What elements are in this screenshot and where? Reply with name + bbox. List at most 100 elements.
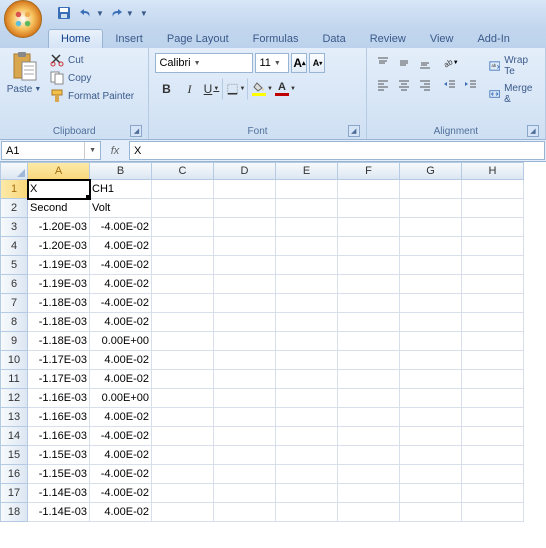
cell[interactable]: -1.18E-03 xyxy=(28,332,90,351)
cell[interactable] xyxy=(276,389,338,408)
cell[interactable]: 4.00E-02 xyxy=(90,237,152,256)
cell[interactable] xyxy=(400,218,462,237)
cell[interactable] xyxy=(400,237,462,256)
formula-input[interactable]: X xyxy=(129,141,545,160)
cell[interactable] xyxy=(400,503,462,522)
undo-icon[interactable] xyxy=(76,3,96,23)
cell[interactable] xyxy=(462,332,524,351)
cell[interactable] xyxy=(214,332,276,351)
save-icon[interactable] xyxy=(54,3,74,23)
cell[interactable] xyxy=(152,256,214,275)
cell[interactable] xyxy=(214,180,276,199)
cell[interactable] xyxy=(214,218,276,237)
align-bottom-button[interactable] xyxy=(415,53,435,73)
italic-button[interactable]: I xyxy=(178,78,200,100)
cell[interactable] xyxy=(214,313,276,332)
cell[interactable] xyxy=(338,389,400,408)
tab-view[interactable]: View xyxy=(418,30,466,48)
cell[interactable] xyxy=(400,294,462,313)
alignment-dialog-launcher-icon[interactable]: ◢ xyxy=(527,125,539,137)
cell[interactable]: CH1 xyxy=(90,180,152,199)
cell[interactable]: -4.00E-02 xyxy=(90,294,152,313)
cell[interactable] xyxy=(152,180,214,199)
align-right-button[interactable] xyxy=(415,75,435,95)
column-header[interactable]: E xyxy=(276,162,338,180)
column-header[interactable]: A xyxy=(28,162,90,180)
cell[interactable]: -1.16E-03 xyxy=(28,427,90,446)
cell[interactable] xyxy=(152,351,214,370)
align-center-button[interactable] xyxy=(394,75,414,95)
row-header[interactable]: 12 xyxy=(0,389,28,408)
border-button[interactable]: ▼ xyxy=(226,78,248,100)
cell[interactable] xyxy=(462,218,524,237)
cell[interactable]: -1.19E-03 xyxy=(28,275,90,294)
row-header[interactable]: 8 xyxy=(0,313,28,332)
cell[interactable]: 4.00E-02 xyxy=(90,313,152,332)
cell[interactable] xyxy=(276,313,338,332)
cell[interactable] xyxy=(462,237,524,256)
font-color-button[interactable]: A▼ xyxy=(274,78,296,100)
cell[interactable]: -4.00E-02 xyxy=(90,427,152,446)
cell[interactable] xyxy=(338,218,400,237)
cell[interactable] xyxy=(214,199,276,218)
row-header[interactable]: 9 xyxy=(0,332,28,351)
cell[interactable] xyxy=(338,351,400,370)
cell[interactable] xyxy=(276,218,338,237)
cell[interactable] xyxy=(338,313,400,332)
cell[interactable] xyxy=(400,351,462,370)
cell[interactable] xyxy=(400,180,462,199)
cell[interactable] xyxy=(214,256,276,275)
cell[interactable] xyxy=(338,408,400,427)
cell[interactable]: 4.00E-02 xyxy=(90,351,152,370)
cell[interactable] xyxy=(462,256,524,275)
bold-button[interactable]: B xyxy=(155,78,177,100)
cell[interactable]: -4.00E-02 xyxy=(90,218,152,237)
font-name-combo[interactable]: Calibri▼ xyxy=(155,53,253,73)
row-header[interactable]: 15 xyxy=(0,446,28,465)
cell[interactable] xyxy=(152,275,214,294)
cell[interactable]: 0.00E+00 xyxy=(90,389,152,408)
cell[interactable]: -1.18E-03 xyxy=(28,294,90,313)
cell[interactable]: -1.20E-03 xyxy=(28,237,90,256)
cell[interactable] xyxy=(214,294,276,313)
cell[interactable] xyxy=(338,275,400,294)
cell[interactable] xyxy=(276,484,338,503)
cell[interactable] xyxy=(214,351,276,370)
cell[interactable] xyxy=(276,180,338,199)
row-header[interactable]: 1 xyxy=(0,180,28,199)
cell[interactable]: -1.16E-03 xyxy=(28,389,90,408)
column-header[interactable]: H xyxy=(462,162,524,180)
fill-color-button[interactable]: ▼ xyxy=(251,78,273,100)
row-header[interactable]: 7 xyxy=(0,294,28,313)
cell[interactable] xyxy=(338,256,400,275)
cell[interactable]: 4.00E-02 xyxy=(90,370,152,389)
cell[interactable] xyxy=(276,275,338,294)
cell[interactable] xyxy=(276,199,338,218)
cell[interactable] xyxy=(276,237,338,256)
cell[interactable]: -1.16E-03 xyxy=(28,408,90,427)
copy-button[interactable]: Copy xyxy=(48,70,136,86)
cell[interactable] xyxy=(276,465,338,484)
cell[interactable] xyxy=(400,199,462,218)
format-painter-button[interactable]: Format Painter xyxy=(48,88,136,104)
cell[interactable] xyxy=(338,237,400,256)
cell[interactable]: 0.00E+00 xyxy=(90,332,152,351)
cell[interactable] xyxy=(152,218,214,237)
paste-button[interactable]: Paste▼ xyxy=(4,50,44,125)
cell[interactable] xyxy=(152,427,214,446)
column-header[interactable]: G xyxy=(400,162,462,180)
cell[interactable] xyxy=(338,446,400,465)
cell[interactable] xyxy=(338,180,400,199)
cell[interactable]: 4.00E-02 xyxy=(90,275,152,294)
tab-insert[interactable]: Insert xyxy=(103,30,155,48)
row-header[interactable]: 4 xyxy=(0,237,28,256)
row-header[interactable]: 18 xyxy=(0,503,28,522)
cell[interactable] xyxy=(214,503,276,522)
tab-page-layout[interactable]: Page Layout xyxy=(155,30,241,48)
cell[interactable] xyxy=(276,370,338,389)
chevron-down-icon[interactable]: ▼ xyxy=(84,142,96,159)
cell[interactable]: -1.14E-03 xyxy=(28,503,90,522)
cell[interactable] xyxy=(462,408,524,427)
cell[interactable] xyxy=(338,503,400,522)
row-header[interactable]: 14 xyxy=(0,427,28,446)
